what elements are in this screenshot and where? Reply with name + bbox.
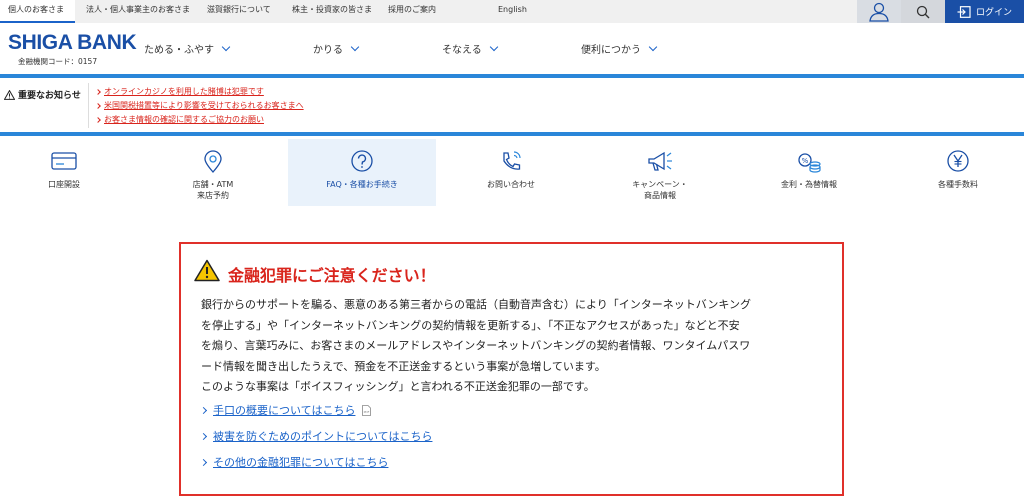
chevron-down-icon xyxy=(350,42,360,52)
menu-label: 口座開設 xyxy=(48,180,80,189)
alert-link-other-crimes[interactable]: その他の金融犯罪についてはこちら xyxy=(199,454,389,470)
warning-icon xyxy=(4,89,15,100)
search-button[interactable] xyxy=(901,0,945,23)
alert-link-label: 被害を防ぐためのポイントについてはこちら xyxy=(213,430,433,443)
alert-body-line: を煽り、言葉巧みに、お客さまのメールアドレスやインターネットバンキングの契約者情… xyxy=(201,339,751,352)
alert-body-line: を停止する」や「インターネットバンキングの契約情報を更新する」、「不正なアクセス… xyxy=(201,318,740,332)
chevron-down-icon xyxy=(489,42,498,52)
question-icon xyxy=(351,150,373,172)
nav-label: ためる・ふやす xyxy=(144,45,214,56)
tab-label: English xyxy=(498,5,527,14)
person-icon xyxy=(869,2,889,22)
menu-label: キャンペーン・ 商品情報 xyxy=(632,180,688,200)
tab-label: 法人・個人事業主のお客さま xyxy=(86,5,190,14)
tab-about[interactable]: 滋賀銀行について xyxy=(207,0,271,23)
top-bar: 個人のお客さま 法人・個人事業主のお客さま 滋賀銀行について 株主・投資家の皆さ… xyxy=(0,0,1024,23)
tab-personal[interactable]: 個人のお客さま xyxy=(0,0,75,23)
location-pin-icon xyxy=(204,150,222,173)
warning-icon xyxy=(194,259,220,282)
notice-link-label: お客さま情報の確認に関するご協力のお願い xyxy=(104,115,264,124)
alert-link-prevention-points[interactable]: 被害を防ぐためのポイントについてはこちら xyxy=(199,428,433,444)
login-button[interactable]: ログイン xyxy=(945,0,1024,23)
alert-body-line: ード情報を聞き出したうえで、預金を不正送金するという事案が急増しています。 xyxy=(201,359,606,373)
chevron-down-icon xyxy=(221,42,231,52)
tab-label: 株主・投資家の皆さま xyxy=(292,5,372,14)
tab-recruit[interactable]: 採用のご案内 xyxy=(388,0,436,23)
alert-link-label: その他の金融犯罪についてはこちら xyxy=(213,456,389,469)
search-icon xyxy=(916,5,930,18)
menu-fees[interactable]: 各種手数料 xyxy=(884,139,1024,206)
menu-branch-atm[interactable]: 店舗・ATM 来店予約 xyxy=(139,139,287,206)
tab-label: 個人のお客さま xyxy=(8,5,64,14)
header-divider xyxy=(0,74,1024,78)
tab-investors[interactable]: 株主・投資家の皆さま xyxy=(292,0,372,23)
menu-label: 各種手数料 xyxy=(938,180,978,189)
menu-faq[interactable]: FAQ・各種お手続き xyxy=(288,139,436,206)
menu-campaign[interactable]: キャンペーン・ 商品情報 xyxy=(586,139,734,206)
svg-text:%: % xyxy=(802,157,809,165)
chevron-right-icon xyxy=(199,406,208,414)
tab-corporate[interactable]: 法人・個人事業主のお客さま xyxy=(86,0,190,23)
chevron-right-icon xyxy=(95,88,101,95)
fraud-alert-box: 金融犯罪にご注意ください！ 銀行からのサポートを騙る、悪意のある第三者からの電話… xyxy=(179,242,844,496)
notice-link-info-check[interactable]: お客さま情報の確認に関するご協力のお願い xyxy=(95,114,264,125)
menu-contact[interactable]: お問い合わせ xyxy=(437,139,585,206)
account-button[interactable] xyxy=(857,0,901,23)
chevron-down-icon xyxy=(648,42,658,52)
fraud-alert-title: 金融犯罪にご注意ください！ xyxy=(228,266,436,285)
pdf-icon-label: PDF xyxy=(364,410,370,414)
nav-convenient[interactable]: 便利につかう xyxy=(581,41,658,56)
card-icon xyxy=(51,152,77,170)
nav-label: かりる xyxy=(313,45,343,56)
nav-label: 便利につかう xyxy=(581,45,641,56)
alert-link-method-overview[interactable]: 手口の概要についてはこちら PDF xyxy=(199,402,372,418)
menu-account-opening[interactable]: 口座開設 xyxy=(0,139,138,206)
nav-save-invest[interactable]: ためる・ふやす xyxy=(144,41,231,56)
phone-icon xyxy=(503,151,521,170)
bank-code: 金融機関コード：0157 xyxy=(18,57,98,66)
important-notice-heading: 重要なお知らせ xyxy=(4,88,81,101)
menu-label: FAQ・各種お手続き xyxy=(326,180,398,189)
chevron-right-icon xyxy=(95,102,101,109)
tab-label: 滋賀銀行について xyxy=(207,5,271,14)
nav-prepare[interactable]: そなえる xyxy=(442,41,498,56)
tab-english[interactable]: English xyxy=(498,0,527,23)
pdf-icon: PDF xyxy=(362,404,372,416)
tab-label: 採用のご案内 xyxy=(388,5,436,14)
menu-label: 金利・為替情報 xyxy=(781,180,837,189)
login-label: ログイン xyxy=(975,8,1012,18)
fraud-alert-body: 銀行からのサポートを騙る、悪意のある第三者からの電話（自動音声含む）により「イン… xyxy=(201,295,831,398)
nav-borrow[interactable]: かりる xyxy=(313,41,360,56)
notice-heading-label: 重要なお知らせ xyxy=(18,91,81,101)
notice-link-tariff[interactable]: 米国関税措置等により影響を受けておられるお客さまへ xyxy=(95,100,304,111)
alert-link-label: 手口の概要についてはこちら xyxy=(213,404,356,417)
menu-label: 店舗・ATM 来店予約 xyxy=(192,180,234,200)
nav-label: そなえる xyxy=(442,45,482,56)
notice-link-label: オンラインカジノを利用した賭博は犯罪です xyxy=(104,87,264,96)
megaphone-icon xyxy=(648,151,672,171)
yen-icon xyxy=(947,150,969,172)
notice-link-casino[interactable]: オンラインカジノを利用した賭博は犯罪です xyxy=(95,86,264,97)
menu-label: お問い合わせ xyxy=(487,180,535,189)
notice-link-label: 米国関税措置等により影響を受けておられるお客さまへ xyxy=(104,101,304,110)
bank-logo[interactable]: SHIGA BANK xyxy=(8,31,137,55)
menu-rates[interactable]: % 金利・為替情報 xyxy=(735,139,883,206)
login-icon xyxy=(957,5,971,18)
alert-body-line: このような事案は「ボイスフィッシング」と言われる不正送金犯罪の一部です。 xyxy=(201,380,595,393)
chevron-right-icon xyxy=(199,458,208,466)
chevron-right-icon xyxy=(95,116,101,123)
coins-icon: % xyxy=(798,153,821,173)
alert-body-line: 銀行からのサポートを騙る、悪意のある第三者からの電話（自動音声含む）により「イン… xyxy=(201,298,751,311)
chevron-right-icon xyxy=(199,432,208,440)
notice-divider-bottom xyxy=(0,132,1024,136)
notice-divider xyxy=(88,83,89,128)
